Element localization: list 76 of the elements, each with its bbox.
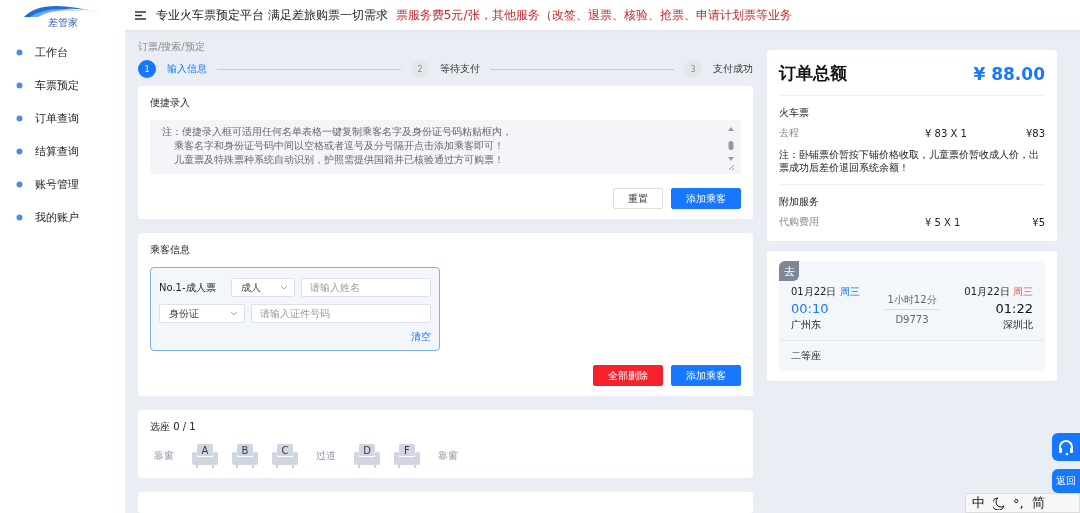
quick-entry-field[interactable]: 注：便捷录入框可适用任何名单表格一键复制乘客名字及身份证号码粘贴框内， 乘客名字和身份证号码中间以空格或者逗号及分号隔开点击添加乘客即可！ 儿童票及特殊票种系统自动识别，护照需提供国籍并已核验通过方可购票！ (150, 120, 741, 174)
seat-position-label: 靠窗 (438, 449, 458, 463)
trip-duration: 1小时12分 (883, 290, 941, 310)
depart-date: 01月22日 周三 (791, 285, 860, 299)
ticket-type-select[interactable]: 成人 (231, 278, 295, 297)
trip-tag: 去 (779, 261, 799, 281)
order-title: 订单总额 (779, 62, 847, 85)
seat-letter: C (280, 444, 290, 457)
seat-letter: A (200, 444, 210, 457)
seat-letter: D (362, 444, 372, 457)
seat-position-label: 过道 (316, 449, 336, 463)
step-number: 3 (684, 60, 702, 78)
order-total: ¥ 88.00 (973, 63, 1045, 84)
id-type-select[interactable]: 身份证 (159, 304, 245, 323)
clear-link[interactable]: 清空 (411, 330, 431, 344)
sidebar-item[interactable]: 车票预定 (0, 69, 125, 102)
train-number: D9773 (894, 312, 930, 327)
step-label: 输入信息 (167, 62, 207, 76)
name-input[interactable]: 请输入姓名 (301, 278, 431, 297)
ime-mode[interactable]: 中 (972, 494, 985, 512)
passenger-label: No.1-成人票 (159, 280, 217, 295)
headset-icon (1057, 438, 1075, 456)
ime-script[interactable]: 简 (1031, 494, 1045, 512)
logo-text: 差管家 (48, 17, 78, 28)
seat-position-label: 靠窗 (154, 449, 174, 463)
sidebar-item[interactable]: 我的账户 (0, 201, 125, 234)
action-button[interactable]: 添加乘客 (671, 365, 741, 386)
menu-item-icon (16, 214, 23, 221)
ime-punctuation[interactable]: °, (1013, 495, 1024, 511)
arrive-station: 深圳北 (1003, 318, 1033, 332)
breadcrumb: 订票/搜索/预定 (138, 40, 205, 54)
fee-amount: ¥5 (1031, 216, 1045, 228)
sidebar-item[interactable]: 账号管理 (0, 168, 125, 201)
sidebar-item[interactable]: 订单查询 (0, 102, 125, 135)
step-label: 支付成功 (713, 62, 753, 76)
scrollbar-icon (727, 125, 735, 171)
action-button[interactable]: 全部删除 (593, 365, 663, 386)
sidebar-item[interactable]: 工作台 (0, 36, 125, 69)
chevron-down-icon (230, 311, 238, 316)
back-button[interactable]: 返回 (1052, 469, 1080, 493)
menu-item-icon (16, 49, 23, 56)
depart-time: 00:10 (791, 301, 829, 316)
action-button[interactable]: 添加乘客 (671, 188, 741, 209)
menu-item-icon (16, 181, 23, 188)
price-note: 注：卧铺票价暂按下铺价格收取，儿童票价暂收成人价，出票成功后差价退回系统余额！ (779, 148, 1040, 174)
fee-name: 去程 (779, 126, 800, 140)
card-title: 选座 0 / 1 (150, 420, 196, 434)
seat-letter: B (240, 444, 250, 457)
arrive-date: 01月22日 周三 (964, 285, 1033, 299)
step-number: 1 (138, 60, 156, 78)
menu-item-icon (16, 115, 23, 122)
card-title: 乘客信息 (150, 243, 190, 257)
support-button[interactable] (1052, 433, 1080, 461)
step-label: 等待支付 (440, 62, 480, 76)
menu-item-icon (16, 148, 23, 155)
header-slogan: 专业火车票预定平台 满足差旅购票一切需求 (156, 6, 388, 24)
section-title: 附加服务 (779, 195, 819, 209)
chevron-down-icon (280, 285, 288, 290)
step-number: 2 (411, 60, 429, 78)
action-button[interactable]: 重置 (613, 188, 663, 209)
seat-letter: F (403, 444, 411, 457)
moon-icon[interactable] (993, 496, 1005, 510)
arrive-time: 01:22 (995, 301, 1033, 316)
menu-icon[interactable] (135, 10, 146, 20)
menu-item-icon (16, 82, 23, 89)
fee-amount: ¥83 (1024, 127, 1045, 139)
header-notice: 票服务费5元/张，其他服务（改签、退票、核验、抢票、申请计划票等业务 (395, 6, 792, 24)
fee-price: ¥ 83 X 1 (925, 127, 968, 139)
id-number-input[interactable]: 请输入证件号码 (251, 304, 431, 323)
fee-name: 代购费用 (779, 215, 820, 229)
fee-price: ¥ 5 X 1 (925, 216, 962, 228)
sidebar-item[interactable]: 结算查询 (0, 135, 125, 168)
depart-station: 广州东 (791, 318, 821, 332)
section-title: 火车票 (779, 106, 809, 120)
seat-class: 二等座 (779, 340, 1045, 371)
card-title: 便捷录入 (150, 96, 190, 110)
